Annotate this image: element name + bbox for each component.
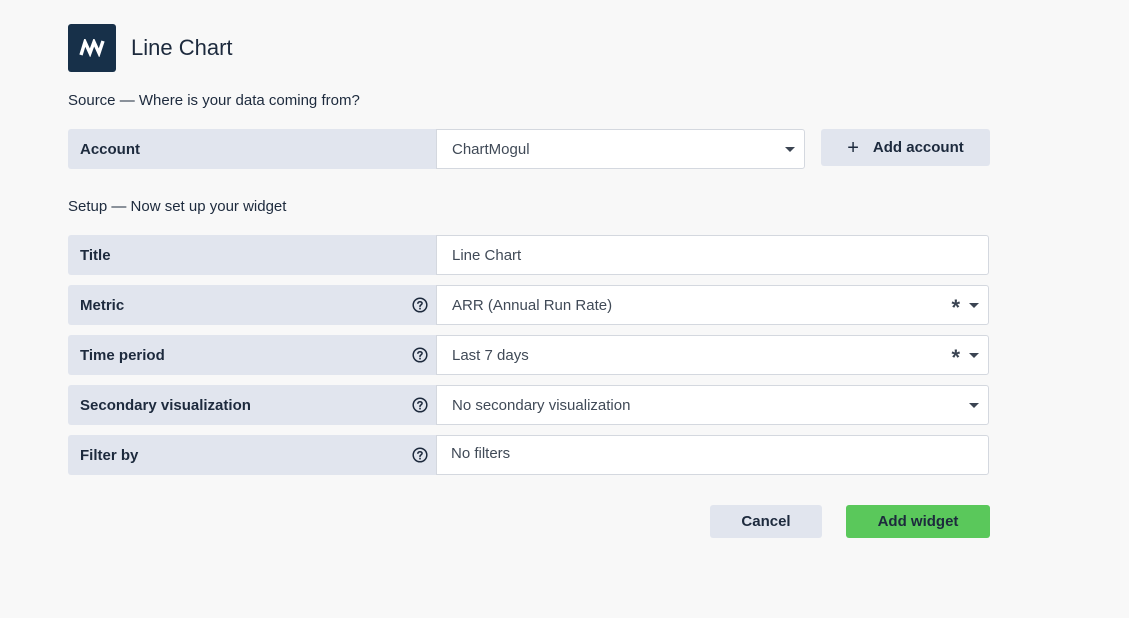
metric-label: Metric — [68, 285, 436, 325]
metric-select-value: ARR (Annual Run Rate) — [452, 296, 613, 314]
title-field[interactable] — [436, 235, 989, 275]
filter-by-row: Filter by No filters — [68, 435, 989, 475]
title-label-text: Title — [80, 246, 111, 264]
plus-icon: + — [847, 136, 859, 159]
title-row: Title — [68, 235, 989, 275]
add-account-button[interactable]: + Add account — [821, 129, 990, 166]
chevron-down-icon — [785, 147, 795, 152]
time-period-select-value: Last 7 days — [452, 346, 529, 364]
metric-row: Metric ARR (Annual Run Rate) * — [68, 285, 989, 325]
help-icon[interactable] — [412, 447, 428, 463]
chartmogul-logo-icon — [68, 24, 116, 72]
chevron-down-icon — [969, 403, 979, 408]
widget-setup-page: Line Chart Source — Where is your data c… — [0, 0, 1129, 618]
secondary-visualization-select-value: No secondary visualization — [452, 396, 631, 414]
account-label: Account — [68, 129, 436, 169]
secondary-visualization-row: Secondary visualization No secondary vis… — [68, 385, 989, 425]
filter-by-label-text: Filter by — [80, 446, 139, 464]
required-indicator: * — [951, 345, 960, 370]
metric-label-text: Metric — [80, 296, 125, 314]
time-period-row: Time period Last 7 days * — [68, 335, 989, 375]
secondary-visualization-select[interactable]: No secondary visualization — [436, 385, 989, 425]
time-period-label-text: Time period — [80, 346, 165, 364]
help-icon[interactable] — [412, 347, 428, 363]
add-widget-button[interactable]: Add widget — [846, 505, 990, 538]
header: Line Chart — [68, 24, 233, 72]
time-period-label: Time period — [68, 335, 436, 375]
title-input[interactable] — [452, 246, 988, 264]
account-row: Account ChartMogul — [68, 129, 805, 169]
filter-by-label: Filter by — [68, 435, 436, 475]
title-label: Title — [68, 235, 436, 275]
chevron-down-icon — [969, 303, 979, 308]
secondary-visualization-label-text: Secondary visualization — [80, 396, 251, 414]
filter-by-field[interactable]: No filters — [436, 435, 989, 475]
setup-section-label: Setup — Now set up your widget — [68, 198, 287, 215]
time-period-select[interactable]: Last 7 days * — [436, 335, 989, 375]
add-account-label: Add account — [872, 139, 964, 156]
page-title: Line Chart — [131, 35, 233, 60]
cancel-button[interactable]: Cancel — [710, 505, 822, 538]
source-section-label: Source — Where is your data coming from? — [68, 92, 360, 109]
chevron-down-icon — [969, 353, 979, 358]
help-icon[interactable] — [412, 397, 428, 413]
filter-by-value: No filters — [451, 445, 511, 462]
metric-select[interactable]: ARR (Annual Run Rate) * — [436, 285, 989, 325]
account-label-text: Account — [80, 140, 140, 158]
required-indicator: * — [951, 295, 960, 320]
account-select-value: ChartMogul — [452, 140, 530, 158]
help-icon[interactable] — [412, 297, 428, 313]
secondary-visualization-label: Secondary visualization — [68, 385, 436, 425]
account-select[interactable]: ChartMogul — [436, 129, 805, 169]
